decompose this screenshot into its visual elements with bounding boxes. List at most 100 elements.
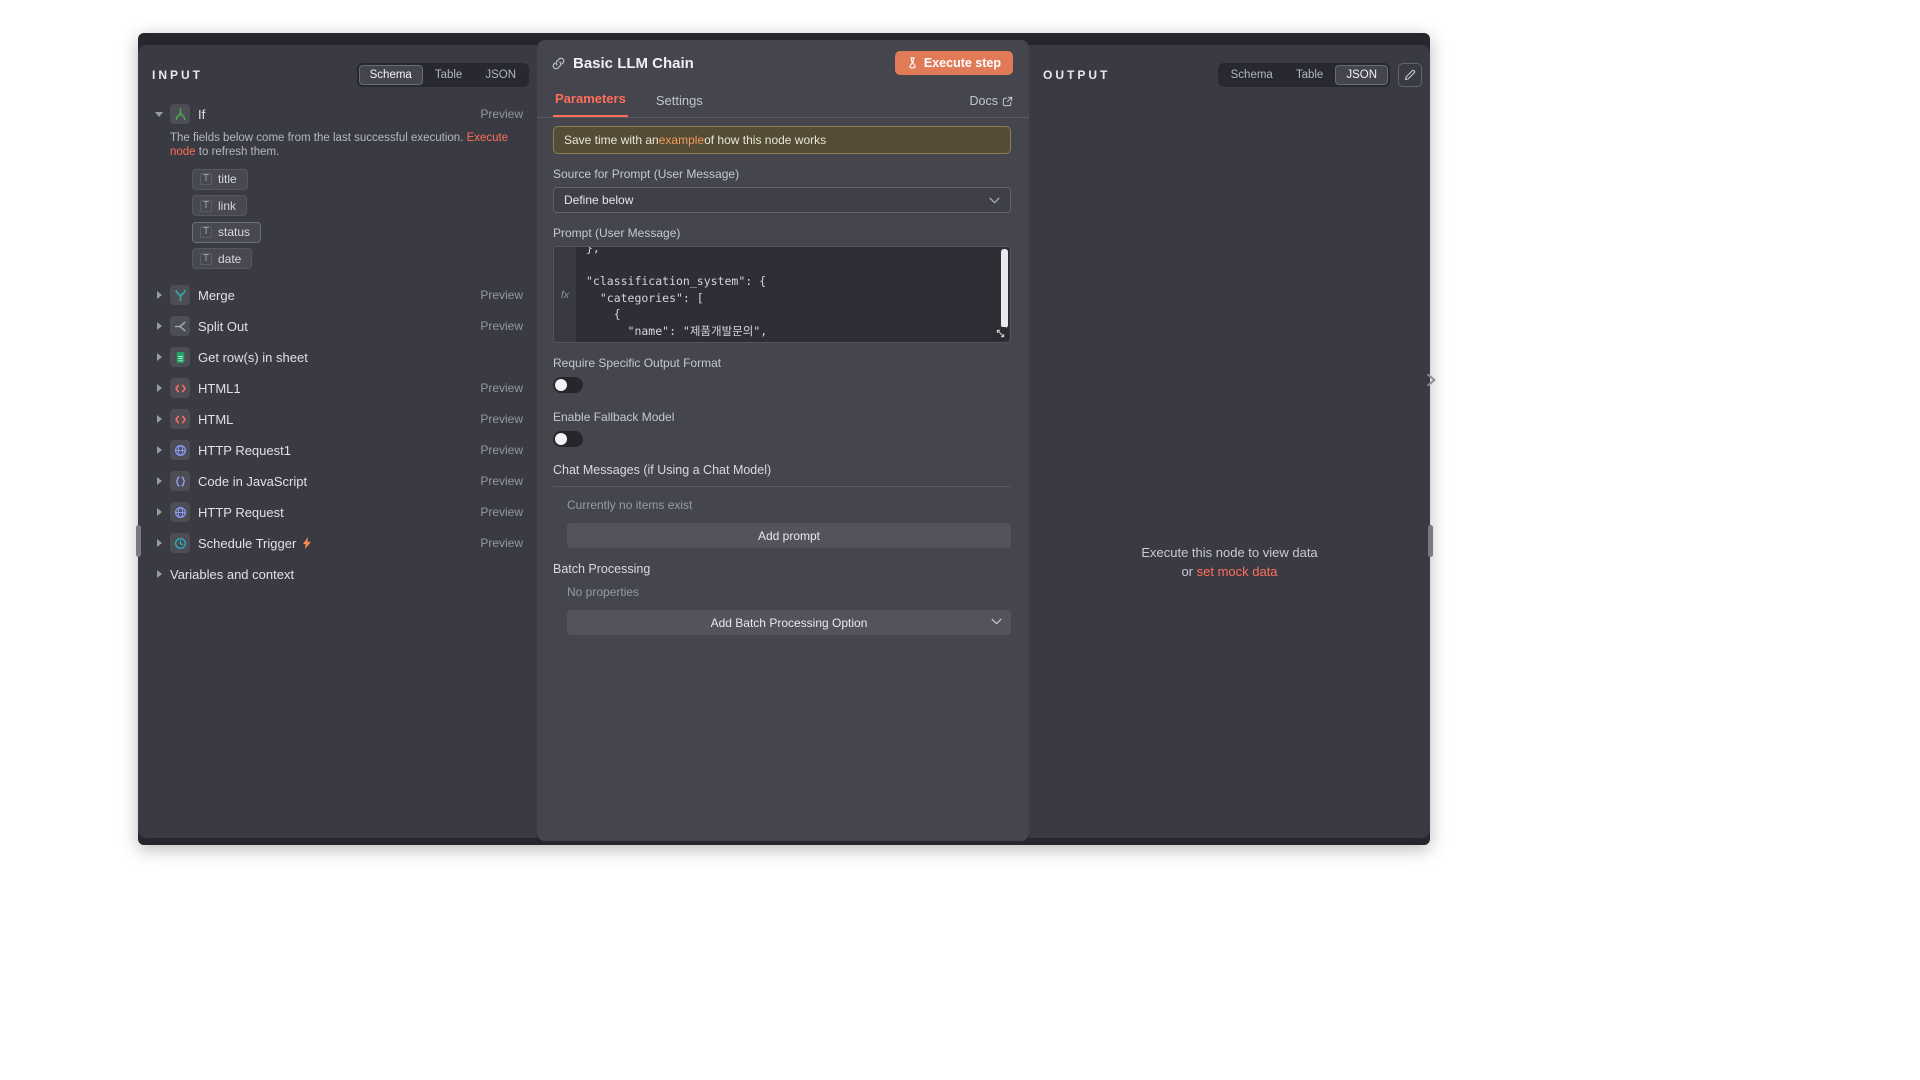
preview-link[interactable]: Preview — [480, 107, 527, 121]
tree-node-html[interactable]: HTML Preview — [152, 406, 527, 432]
chevron-right-icon[interactable] — [152, 322, 166, 330]
text-type-icon: T — [200, 226, 212, 238]
tree-node-get-rows-in-sheet[interactable]: Get row(s) in sheet — [152, 344, 527, 370]
chevron-right-icon[interactable] — [152, 570, 166, 578]
execute-step-button[interactable]: Execute step — [895, 51, 1013, 75]
chevron-right-icon[interactable] — [152, 415, 166, 423]
batch-processing-section-label: Batch Processing — [553, 562, 1011, 576]
editor-scrollbar-thumb[interactable] — [1001, 249, 1008, 328]
source-for-prompt-select[interactable]: Define below — [553, 187, 1011, 213]
output-tab-json[interactable]: JSON — [1335, 65, 1388, 85]
prompt-code-editor[interactable]: fx }, "classification_system": { "catego… — [553, 246, 1011, 343]
pencil-icon — [1404, 69, 1416, 81]
collapse-panel-arrow-icon[interactable] — [1425, 373, 1437, 387]
field-chip-date[interactable]: Tdate — [192, 248, 252, 269]
example-callout: Save time with an example of how this no… — [553, 126, 1011, 154]
right-panel-resize-handle[interactable] — [1428, 525, 1433, 557]
merge-node-icon — [170, 285, 190, 305]
tree-node-code-in-javascript[interactable]: Code in JavaScript Preview — [152, 468, 527, 494]
split-out-node-icon — [170, 316, 190, 336]
http-request-node-icon — [170, 502, 190, 522]
trigger-bolt-icon — [302, 537, 312, 549]
preview-link[interactable]: Preview — [480, 319, 527, 333]
preview-link[interactable]: Preview — [480, 381, 527, 395]
chevron-right-icon[interactable] — [152, 508, 166, 516]
preview-link[interactable]: Preview — [480, 288, 527, 302]
input-node-tree: If Preview The fields below come from th… — [138, 95, 537, 602]
chevron-down-icon — [991, 618, 1002, 625]
preview-link[interactable]: Preview — [480, 443, 527, 457]
output-empty-line2: or set mock data — [1029, 564, 1430, 579]
chevron-right-icon[interactable] — [152, 446, 166, 454]
ndv-modal: INPUT Schema Table JSON If Preview The f… — [138, 33, 1430, 845]
example-link[interactable]: example — [659, 133, 704, 147]
tree-node-schedule-trigger[interactable]: Schedule Trigger Preview — [152, 530, 527, 556]
enable-fallback-toggle[interactable] — [553, 431, 583, 447]
tree-node-if[interactable]: If Preview — [152, 101, 527, 127]
external-link-icon — [1002, 96, 1013, 107]
chevron-right-icon[interactable] — [152, 384, 166, 392]
input-panel-title: INPUT — [152, 68, 203, 82]
flask-icon — [907, 57, 918, 69]
docs-link[interactable]: Docs — [970, 94, 1013, 117]
tab-parameters[interactable]: Parameters — [553, 85, 628, 117]
input-panel: INPUT Schema Table JSON If Preview The f… — [138, 45, 537, 838]
tree-node-label: If — [198, 107, 205, 122]
field-chip-link[interactable]: Tlink — [192, 195, 247, 216]
input-tab-table[interactable]: Table — [424, 65, 474, 85]
add-batch-processing-option-button[interactable]: Add Batch Processing Option — [567, 610, 1011, 635]
tab-settings[interactable]: Settings — [654, 87, 705, 117]
chevron-right-icon[interactable] — [152, 477, 166, 485]
code-node-icon — [170, 471, 190, 491]
chevron-down-icon — [989, 197, 1000, 204]
output-panel-title: OUTPUT — [1043, 68, 1110, 82]
schedule-trigger-node-icon — [170, 533, 190, 553]
tree-node-http-request[interactable]: HTTP Request Preview — [152, 499, 527, 525]
link-icon — [551, 56, 566, 71]
input-tab-schema[interactable]: Schema — [359, 65, 423, 85]
text-type-icon: T — [200, 253, 212, 265]
require-output-format-toggle[interactable] — [553, 377, 583, 393]
tree-node-variables-and-context[interactable]: Variables and context — [152, 561, 527, 587]
editor-expand-button[interactable] — [993, 327, 1008, 340]
text-type-icon: T — [200, 173, 212, 185]
preview-link[interactable]: Preview — [480, 505, 527, 519]
if-node-icon — [170, 104, 190, 124]
tree-node-merge[interactable]: Merge Preview — [152, 282, 527, 308]
chevron-right-icon[interactable] — [152, 539, 166, 547]
html-node-icon — [170, 378, 190, 398]
source-for-prompt-label: Source for Prompt (User Message) — [553, 167, 1011, 181]
tree-node-html1[interactable]: HTML1 Preview — [152, 375, 527, 401]
parameters-body: Save time with an example of how this no… — [537, 118, 1029, 645]
output-panel: OUTPUT Schema Table JSON Execute this no… — [1029, 45, 1430, 838]
stale-data-notice: The fields below come from the last succ… — [170, 132, 515, 159]
http-request-node-icon — [170, 440, 190, 460]
chevron-down-icon[interactable] — [152, 112, 166, 117]
node-header: Basic LLM Chain Execute step — [537, 40, 1029, 81]
output-view-tabs: Schema Table JSON — [1218, 63, 1390, 87]
preview-link[interactable]: Preview — [480, 474, 527, 488]
tree-node-http-request1[interactable]: HTTP Request1 Preview — [152, 437, 527, 463]
left-panel-resize-handle[interactable] — [136, 525, 141, 557]
code-content[interactable]: }, "classification_system": { "categorie… — [576, 247, 1010, 342]
field-chip-title[interactable]: Ttitle — [192, 169, 248, 190]
add-prompt-button[interactable]: Add prompt — [567, 523, 1011, 548]
text-type-icon: T — [200, 200, 212, 212]
expression-gutter: fx — [554, 247, 576, 342]
output-empty-state: Execute this node to view data or set mo… — [1029, 545, 1430, 579]
fx-badge: fx — [561, 289, 569, 301]
output-tab-table[interactable]: Table — [1285, 65, 1335, 85]
enable-fallback-label: Enable Fallback Model — [553, 410, 1011, 424]
input-tab-json[interactable]: JSON — [474, 65, 527, 85]
preview-link[interactable]: Preview — [480, 536, 527, 550]
field-chip-status[interactable]: Tstatus — [192, 222, 261, 243]
chevron-right-icon[interactable] — [152, 353, 166, 361]
chat-messages-section-label: Chat Messages (if Using a Chat Model) — [553, 463, 1011, 487]
edit-output-button[interactable] — [1398, 63, 1422, 87]
output-tab-schema[interactable]: Schema — [1220, 65, 1284, 85]
chevron-right-icon[interactable] — [152, 291, 166, 299]
tree-node-split-out[interactable]: Split Out Preview — [152, 313, 527, 339]
html-node-icon — [170, 409, 190, 429]
set-mock-data-link[interactable]: set mock data — [1197, 564, 1278, 579]
preview-link[interactable]: Preview — [480, 412, 527, 426]
